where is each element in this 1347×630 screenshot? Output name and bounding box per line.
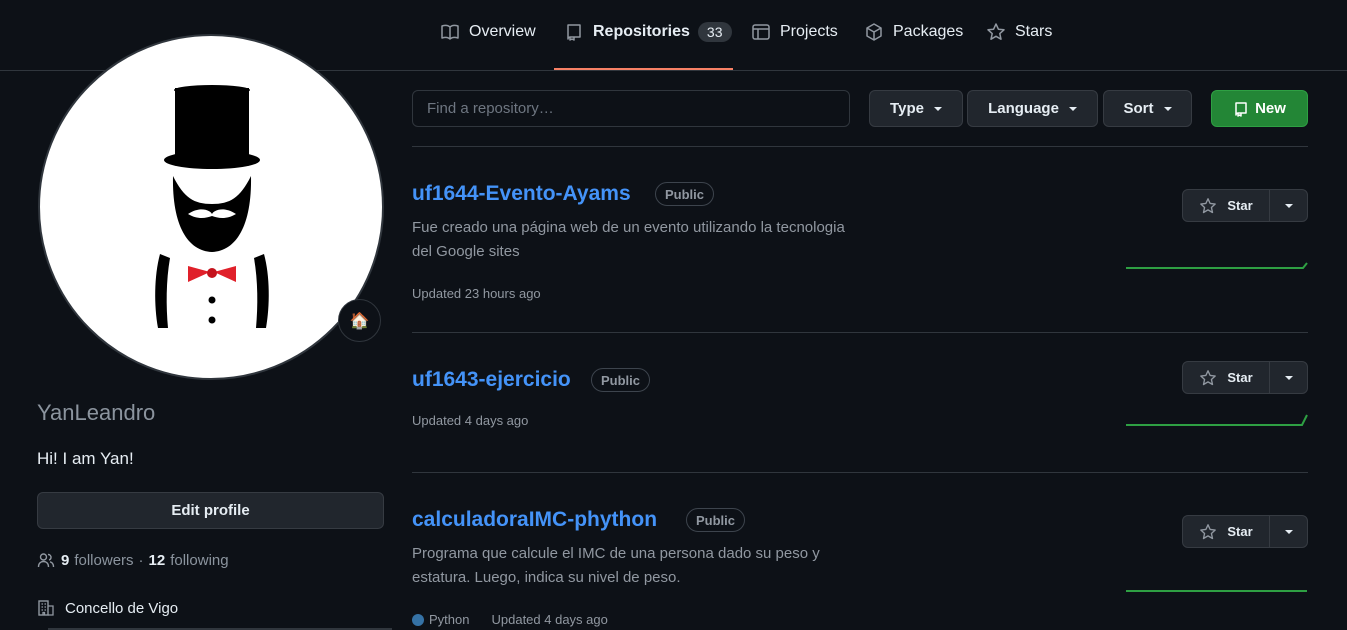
language-color-dot: [412, 613, 424, 626]
activity-sparkline: [1126, 262, 1308, 269]
edit-profile-button[interactable]: Edit profile: [37, 492, 384, 529]
type-filter-label: Type: [890, 100, 924, 117]
tab-repositories[interactable]: Repositories 33: [554, 22, 733, 70]
repo-language: Python: [412, 612, 469, 627]
find-repository-input[interactable]: [412, 90, 850, 127]
profile-bio: Hi! I am Yan!: [37, 449, 134, 468]
star-list-dropdown[interactable]: [1270, 516, 1307, 547]
star-button-group: Star: [1182, 361, 1308, 394]
sort-filter-button[interactable]: Sort: [1103, 90, 1192, 127]
organization-name: Concello de Vigo: [65, 599, 179, 617]
repo-description-line: del Google sites: [412, 243, 520, 260]
table-icon: [751, 22, 771, 42]
repo-icon: [1233, 101, 1249, 117]
new-repository-button[interactable]: New: [1211, 90, 1308, 127]
tab-label: Projects: [780, 23, 838, 40]
star-button-group: Star: [1182, 515, 1308, 548]
chevron-down-icon: [1163, 106, 1172, 111]
book-icon: [440, 22, 460, 42]
star-icon: [1199, 369, 1217, 387]
sort-filter-label: Sort: [1123, 100, 1154, 117]
followers-count: 9: [61, 551, 70, 569]
type-filter-button[interactable]: Type: [869, 90, 963, 127]
repo-description: Programa que calcule el IMC de una perso…: [412, 542, 892, 590]
repo-meta: Updated 4 days ago: [412, 413, 528, 428]
star-icon: [986, 22, 1006, 42]
follow-separator: ·: [138, 551, 144, 569]
star-list-dropdown[interactable]: [1270, 362, 1307, 393]
star-button[interactable]: Star: [1183, 190, 1270, 221]
gentleman-avatar-image: [155, 85, 269, 328]
star-label: Star: [1227, 370, 1253, 385]
repo-name-link[interactable]: uf1643-ejercicio: [412, 368, 571, 392]
following-link[interactable]: 12 following: [149, 552, 229, 569]
visibility-badge: Public: [591, 368, 651, 392]
people-icon: [37, 551, 55, 569]
repo-language-label: Python: [429, 612, 470, 627]
chevron-down-icon: [1284, 203, 1293, 208]
star-label: Star: [1227, 198, 1253, 213]
language-filter-label: Language: [988, 100, 1059, 117]
profile-organization: Concello de Vigo: [37, 599, 178, 617]
repo-meta: Updated 23 hours ago: [412, 286, 541, 301]
tab-label: Repositories: [593, 23, 690, 40]
repo-name-link[interactable]: uf1644-Evento-Ayams: [412, 182, 631, 206]
repo-description-line: estatura. Luego, indica su nivel de peso…: [412, 569, 681, 586]
followers-link[interactable]: 9 followers: [61, 552, 134, 569]
star-icon: [1199, 197, 1217, 215]
language-filter-button[interactable]: Language: [967, 90, 1098, 127]
tab-projects[interactable]: Projects: [751, 22, 838, 70]
follow-stats: 9 followers · 12 following: [37, 551, 229, 569]
package-icon: [864, 22, 884, 42]
star-button[interactable]: Star: [1183, 516, 1270, 547]
status-emoji-button[interactable]: 🏠: [338, 299, 381, 342]
list-divider: [412, 472, 1308, 473]
star-button-group: Star: [1182, 189, 1308, 222]
organization-icon: [37, 599, 55, 617]
profile-username: YanLeandro: [37, 400, 156, 425]
chevron-down-icon: [1284, 529, 1293, 534]
tab-stars[interactable]: Stars: [986, 22, 1052, 70]
repo-description-line: Programa que calcule el IMC de una perso…: [412, 545, 820, 562]
repo-updated: Updated 23 hours ago: [412, 286, 541, 301]
tab-label: Packages: [893, 23, 964, 40]
activity-sparkline: [1126, 590, 1307, 592]
repo-description-line: Fue creado una página web de un evento u…: [412, 219, 845, 236]
repo-count-badge: 33: [697, 22, 732, 42]
star-list-dropdown[interactable]: [1270, 190, 1307, 221]
repo-meta: Python Updated 4 days ago: [412, 612, 608, 627]
repo-updated: Updated 4 days ago: [412, 413, 529, 428]
repo-updated: Updated 4 days ago: [491, 612, 608, 627]
star-label: Star: [1227, 524, 1253, 539]
visibility-badge: Public: [686, 508, 746, 532]
tab-packages[interactable]: Packages: [864, 22, 963, 70]
star-button[interactable]: Star: [1183, 362, 1270, 393]
avatar[interactable]: [38, 34, 384, 380]
tab-overview[interactable]: Overview: [440, 22, 536, 70]
repo-description: Fue creado una página web de un evento u…: [412, 216, 892, 264]
following-count: 12: [148, 551, 166, 569]
activity-sparkline: [1126, 414, 1308, 426]
repo-icon: [564, 22, 584, 42]
visibility-badge: Public: [655, 182, 715, 206]
chevron-down-icon: [933, 106, 942, 111]
new-repository-label: New: [1255, 100, 1286, 117]
star-icon: [1199, 523, 1217, 541]
list-divider: [412, 146, 1308, 147]
tab-label: Stars: [1015, 23, 1053, 40]
tab-label: Overview: [469, 23, 536, 40]
chevron-down-icon: [1068, 106, 1077, 111]
list-divider: [412, 332, 1308, 333]
followers-label: followers: [74, 551, 134, 569]
repo-name-link[interactable]: calculadoraIMC-phython: [412, 508, 657, 532]
following-label: following: [170, 551, 229, 569]
chevron-down-icon: [1284, 375, 1293, 380]
